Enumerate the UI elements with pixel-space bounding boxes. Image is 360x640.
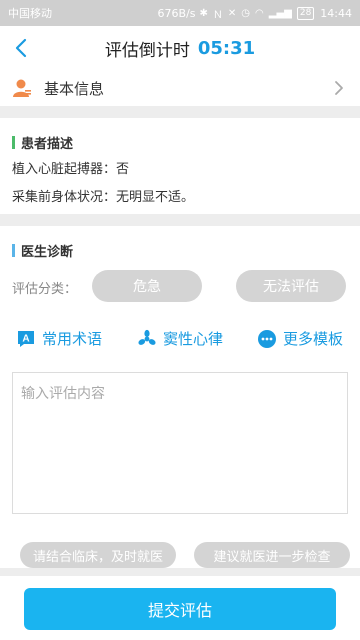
sinus-rhythm-button[interactable]: 窦性心律 [137, 328, 223, 349]
countdown-timer: 05:31 [197, 37, 256, 59]
common-terms-button[interactable]: A 常用术语 [16, 328, 102, 349]
battery-icon: 28 [296, 6, 315, 20]
mute-icon: ✕ [227, 7, 237, 19]
critical-option-button[interactable]: 危急 [92, 270, 202, 302]
page-title: 评估倒计时 [104, 40, 190, 61]
section-title-text: 医生诊断 [21, 245, 74, 260]
back-arrow-icon[interactable] [10, 36, 34, 60]
network-speed: 676B/s [157, 6, 196, 20]
basic-info-label: 基本信息 [44, 79, 105, 98]
classification-label: 评估分类： [12, 282, 78, 297]
pacemaker-line: 植入心脏起搏器：否 [12, 162, 130, 177]
section-title-text: 患者描述 [21, 137, 74, 152]
condition-line: 采集前身体状况：无明显不适。 [12, 190, 195, 205]
quick-phrase-chip[interactable]: 请结合临床，及时就医 [20, 542, 176, 568]
nfc-icon: Ｎ [212, 9, 223, 21]
user-icon [13, 79, 31, 97]
doctor-diagnosis-card: 医生诊断 评估分类： 危急 无法评估 A 常用术语 窦性心律 更多模板 输入评估… [0, 226, 360, 568]
patient-description-title: 患者描述 [12, 133, 73, 152]
more-templates-label: 更多模板 [283, 330, 344, 348]
svg-text:A: A [22, 333, 29, 344]
nav-bar: 评估倒计时 05:31 [0, 26, 360, 70]
status-bar: 中国移动 676B/s ✱ Ｎ ✕ ◷ ◠ ▂▄▆ 28 14:44 [0, 0, 360, 26]
chevron-right-icon [335, 81, 343, 95]
bluetooth-icon: ✱ [199, 7, 208, 19]
evaluation-input[interactable]: 输入评估内容 [12, 372, 348, 514]
sinus-rhythm-label: 窦性心律 [163, 330, 224, 348]
text-a-icon: A [18, 330, 34, 347]
cannot-evaluate-option-button[interactable]: 无法评估 [236, 270, 346, 302]
status-icons: ✱ Ｎ ✕ ◷ ◠ ▂▄▆ 28 [200, 6, 315, 21]
carrier-label: 中国移动 [8, 7, 52, 20]
more-templates-button[interactable]: 更多模板 [257, 328, 343, 349]
submit-evaluation-button[interactable]: 提交评估 [24, 588, 336, 630]
section-marker [12, 136, 15, 149]
alarm-icon: ◷ [241, 7, 251, 19]
wifi-icon: ◠ [255, 7, 264, 19]
quick-phrase-chip[interactable]: 建议就医进一步检查 [194, 542, 350, 568]
basic-info-row[interactable]: 基本信息 [0, 70, 360, 106]
section-marker [12, 244, 15, 257]
more-dots-icon [258, 329, 276, 348]
signal-icon: ▂▄▆ [268, 7, 292, 19]
fan-icon [138, 329, 156, 345]
clock: 14:44 [320, 6, 352, 20]
doctor-diagnosis-title: 医生诊断 [12, 241, 73, 260]
footer-bar: 提交评估 [0, 576, 360, 640]
common-terms-label: 常用术语 [42, 330, 103, 348]
